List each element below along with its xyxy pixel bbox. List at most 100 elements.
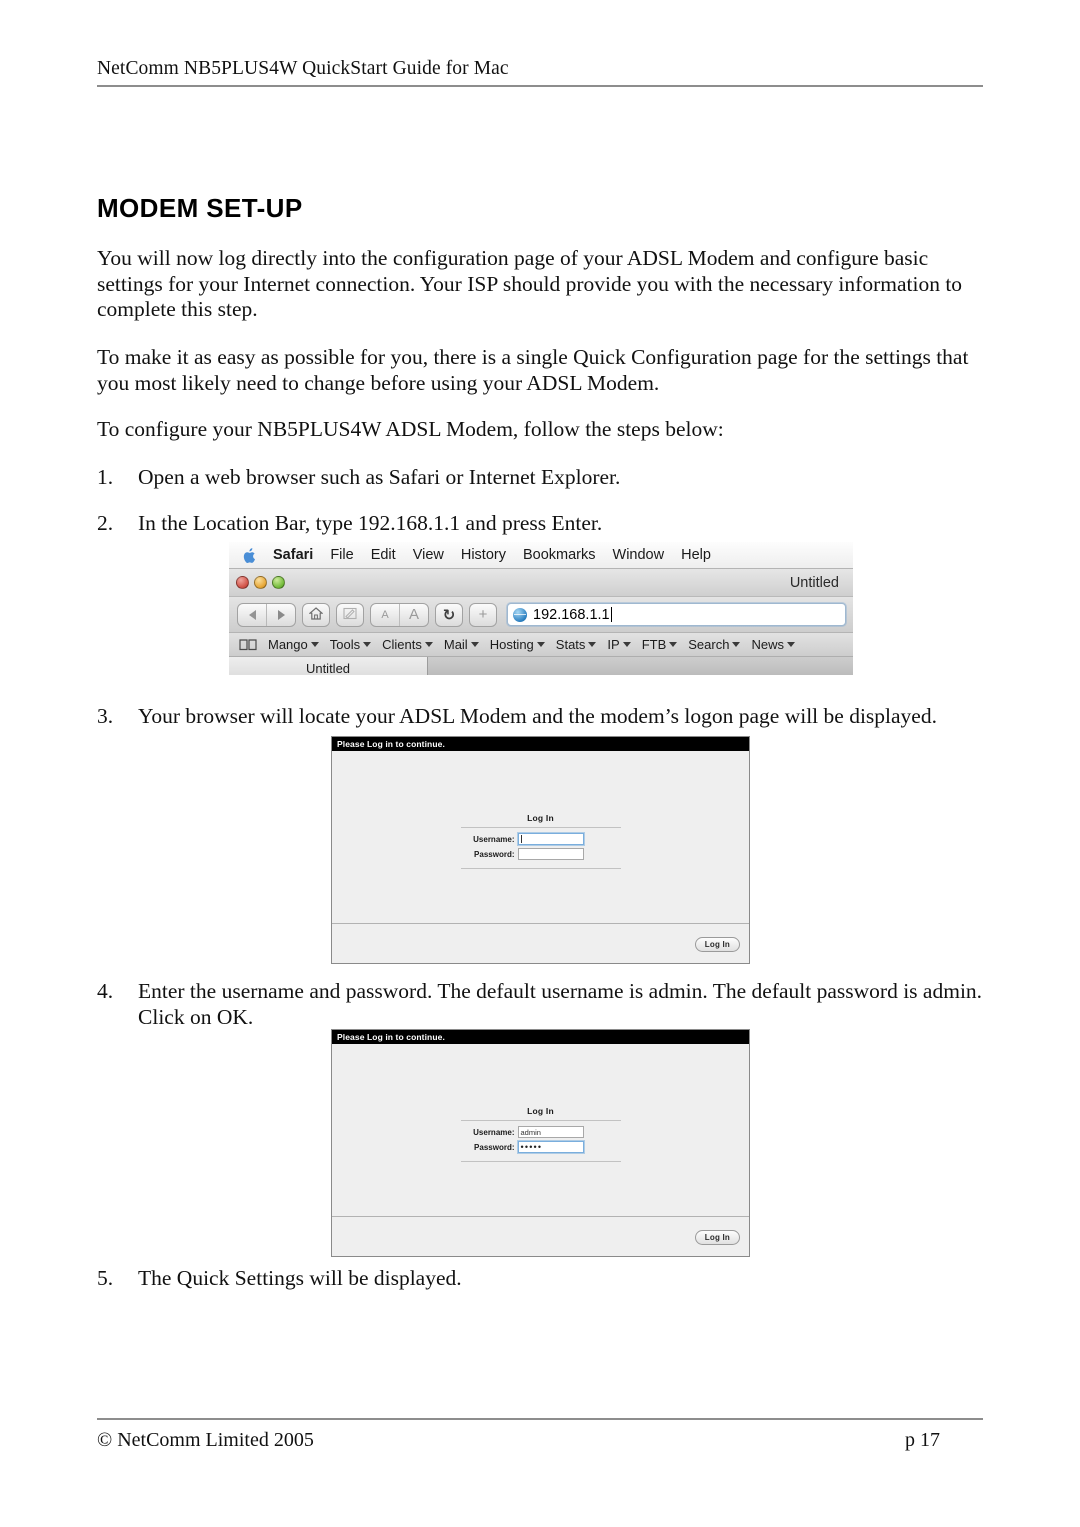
text-smaller-button[interactable]: A (371, 604, 399, 626)
window-controls (229, 576, 285, 589)
header-divider (97, 85, 983, 87)
login-submit-button[interactable]: Log In (694, 1229, 740, 1245)
text-size-buttons: A A (370, 602, 429, 627)
login-form-filled: Log In Username: admin Password: ••••• (460, 1106, 621, 1162)
reload-button[interactable]: ↻ (435, 602, 463, 627)
footer-page-number: p 17 (905, 1429, 940, 1451)
bookmark-search-label: Search (688, 637, 730, 652)
running-header: NetComm NB5PLUS4W QuickStart Guide for M… (97, 58, 983, 87)
apple-logo-icon (243, 547, 256, 563)
bookmark-stats[interactable]: Stats (556, 637, 597, 652)
step-3: 3. Your browser will locate your ADSL Mo… (97, 703, 992, 729)
bookmark-mail[interactable]: Mail (444, 637, 479, 652)
step-4-number: 4. (97, 979, 114, 1003)
text-larger-button[interactable]: A (399, 603, 428, 626)
reload-icon: ↻ (442, 606, 456, 624)
forward-button[interactable] (266, 603, 295, 626)
bookmark-hosting[interactable]: Hosting (490, 637, 545, 652)
bookmark-mango[interactable]: Mango (268, 637, 319, 652)
text-caret (520, 835, 522, 843)
zoom-button[interactable] (272, 576, 285, 589)
minimize-button[interactable] (254, 576, 267, 589)
add-bookmark-button[interactable]: + (469, 602, 497, 627)
bookmark-mango-label: Mango (268, 637, 308, 652)
step-1-text: Open a web browser such as Safari or Int… (138, 465, 621, 489)
password-row: Password: (461, 848, 621, 860)
step-3-text: Your browser will locate your ADSL Modem… (138, 704, 937, 728)
login-status-bar: Please Log in to continue. (332, 737, 749, 751)
bookmark-mail-label: Mail (443, 637, 468, 652)
safari-toolbar: A A ↻ + 192.168.1.1 (229, 597, 853, 633)
password-input[interactable] (517, 848, 584, 860)
bookmarks-library-icon[interactable] (239, 638, 257, 651)
step-1-number: 1. (97, 465, 114, 489)
intro-paragraph-3: To configure your NB5PLUS4W ADSL Modem, … (97, 417, 724, 441)
step-1: 1. Open a web browser such as Safari or … (97, 464, 992, 490)
step-5: 5. The Quick Settings will be displayed. (97, 1265, 992, 1291)
footer-copyright: © NetComm Limited 2005 (97, 1429, 314, 1451)
footer-divider (97, 1418, 983, 1420)
username-input[interactable]: admin (517, 1126, 584, 1138)
safari-menu-view[interactable]: View (413, 547, 444, 563)
login-form-empty: Log In Username: Password: (460, 813, 621, 869)
triangle-right-icon (277, 609, 285, 620)
triangle-left-icon (248, 609, 256, 620)
navigation-buttons (237, 602, 296, 627)
bookmark-ftb-label: FTB (641, 637, 667, 652)
window-title: Untitled (789, 574, 839, 591)
bookmark-ftb[interactable]: FTB (642, 637, 678, 652)
url-input[interactable]: 192.168.1.1 (533, 607, 610, 623)
chevron-down-icon (669, 642, 678, 647)
chevron-down-icon (470, 642, 479, 647)
home-button[interactable] (302, 602, 330, 627)
login-footer: Log In (332, 1217, 749, 1256)
login-fields: Username: Password: (461, 828, 621, 868)
safari-tab-bar: Untitled (229, 657, 853, 675)
step-2-text: In the Location Bar, type 192.168.1.1 an… (138, 511, 603, 535)
tab-bar-empty-area (428, 657, 853, 675)
password-input[interactable]: ••••• (517, 1141, 584, 1153)
username-input[interactable] (517, 833, 584, 845)
safari-menu-file[interactable]: File (330, 547, 353, 563)
chevron-down-icon (732, 642, 741, 647)
bookmark-tools[interactable]: Tools (330, 637, 372, 652)
compose-button[interactable] (336, 602, 364, 627)
bookmark-news[interactable]: News (751, 637, 795, 652)
safari-menu-bookmarks[interactable]: Bookmarks (523, 547, 596, 563)
safari-menu-edit[interactable]: Edit (371, 547, 396, 563)
globe-icon (513, 607, 527, 622)
login-footer: Log In (332, 924, 749, 963)
page-title: MODEM SET-UP (97, 193, 303, 223)
password-row: Password: ••••• (461, 1141, 621, 1153)
username-row: Username: admin (461, 1126, 621, 1138)
chevron-down-icon (622, 642, 631, 647)
step-5-number: 5. (97, 1266, 114, 1290)
login-form-title: Log In (527, 813, 554, 823)
close-button[interactable] (236, 576, 249, 589)
intro-paragraph-2: To make it as easy as possible for you, … (97, 345, 969, 395)
chevron-down-icon (310, 642, 319, 647)
modem-login-screenshot-empty: Please Log in to continue. Log In Userna… (331, 736, 750, 964)
chevron-down-icon (536, 642, 545, 647)
document-page: NetComm NB5PLUS4W QuickStart Guide for M… (0, 0, 1080, 1527)
chevron-down-icon (786, 642, 795, 647)
step-2: 2. In the Location Bar, type 192.168.1.1… (97, 510, 992, 536)
bookmark-clients[interactable]: Clients (382, 637, 433, 652)
bookmark-search[interactable]: Search (688, 637, 741, 652)
back-button[interactable] (238, 604, 266, 626)
step-3-number: 3. (97, 704, 114, 728)
tab-untitled[interactable]: Untitled (229, 657, 428, 675)
text-caret (610, 607, 612, 622)
bookmark-ip[interactable]: IP (607, 637, 631, 652)
safari-menu-help[interactable]: Help (681, 547, 711, 563)
safari-menu-history[interactable]: History (461, 547, 506, 563)
password-label: Password: (474, 849, 515, 859)
safari-menu-window[interactable]: Window (613, 547, 665, 563)
step-4-text: Enter the username and password. The def… (138, 979, 983, 1029)
login-fields: Username: admin Password: ••••• (461, 1121, 621, 1161)
chevron-down-icon (588, 642, 597, 647)
login-submit-button[interactable]: Log In (694, 936, 740, 952)
username-row: Username: (461, 833, 621, 845)
safari-menu-safari[interactable]: Safari (273, 547, 313, 563)
address-bar[interactable]: 192.168.1.1 (507, 603, 846, 626)
